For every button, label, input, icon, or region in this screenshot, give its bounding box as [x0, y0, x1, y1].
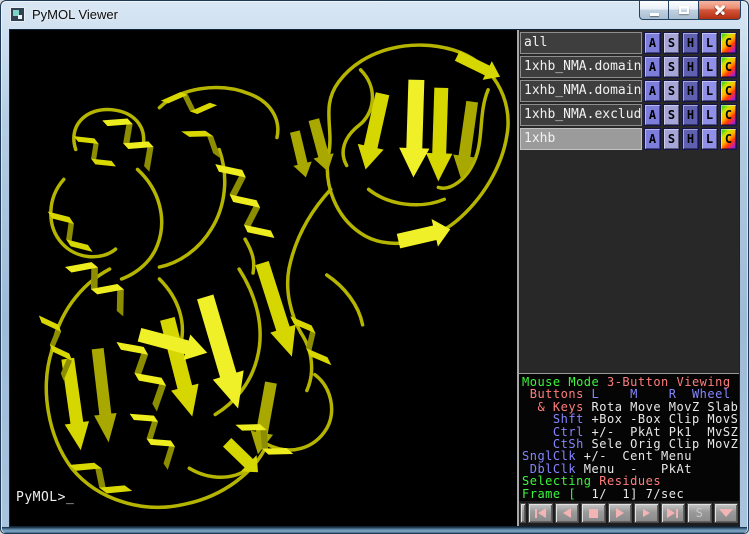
action-button-S[interactable]: S: [663, 80, 680, 102]
playback-play-button[interactable]: [608, 503, 633, 523]
panel-spacer: [519, 150, 739, 373]
playback-stop-button[interactable]: [581, 503, 606, 523]
action-button-C[interactable]: C: [720, 128, 737, 150]
playback-step-forward-button[interactable]: [634, 503, 659, 523]
action-button-S[interactable]: S: [663, 104, 680, 126]
action-button-C[interactable]: C: [720, 32, 737, 54]
app-icon: [10, 7, 25, 22]
action-button-A[interactable]: A: [644, 80, 661, 102]
title-bar[interactable]: PyMOL Viewer: [1, 1, 748, 28]
action-button-A[interactable]: A: [644, 32, 661, 54]
action-button-S[interactable]: S: [663, 32, 680, 54]
command-prompt[interactable]: PyMOL>_: [16, 490, 74, 505]
action-button-A[interactable]: A: [644, 128, 661, 150]
protein-structure[interactable]: [10, 30, 517, 526]
action-button-S[interactable]: S: [663, 128, 680, 150]
object-row: 1xhbASHLC: [520, 128, 737, 150]
action-button-L[interactable]: L: [701, 104, 718, 126]
object-row-name[interactable]: 1xhb_NMA.exclude: [520, 104, 642, 126]
maximize-button[interactable]: [669, 1, 698, 20]
object-row: 1xhb_NMA.excludeASHLC: [520, 104, 737, 126]
main-content: PyMOL>_ allASHLC1xhb_NMA.domain.ASHLC1xh…: [9, 29, 740, 527]
window-bottom-edge: [2, 527, 747, 533]
object-row-name[interactable]: 1xhb: [520, 128, 642, 150]
control-panel: allASHLC1xhb_NMA.domain.ASHLC1xhb_NMA.do…: [517, 30, 739, 526]
action-button-A[interactable]: A: [644, 56, 661, 78]
maximize-icon: [679, 6, 689, 14]
action-button-C[interactable]: C: [720, 56, 737, 78]
mouse-mode-panel: Mouse Mode 3-Button Viewing Buttons L M …: [519, 373, 739, 501]
action-button-A[interactable]: A: [644, 104, 661, 126]
action-button-H[interactable]: H: [682, 32, 699, 54]
pymol-viewer-window: PyMOL Viewer PyMOL>_ allASHLC1xhb_NMA.do…: [0, 0, 749, 534]
playback-grip[interactable]: [520, 503, 526, 523]
playback-s-button-button[interactable]: S: [687, 503, 712, 523]
minimize-button[interactable]: [639, 1, 669, 20]
window-title: PyMOL Viewer: [32, 7, 118, 22]
playback-bar: S: [519, 501, 739, 526]
window-controls: [639, 1, 741, 20]
action-button-L[interactable]: L: [701, 128, 718, 150]
action-button-L[interactable]: L: [701, 56, 718, 78]
3d-viewport[interactable]: PyMOL>_: [10, 30, 517, 526]
object-row: allASHLC: [520, 32, 737, 54]
action-button-L[interactable]: L: [701, 80, 718, 102]
playback-skip-end-button[interactable]: [661, 503, 686, 523]
playback-step-back-button[interactable]: [555, 503, 580, 523]
object-row: 1xhb_NMA.domain.ASHLC: [520, 56, 737, 78]
playback-menu-button[interactable]: [714, 503, 739, 523]
action-button-H[interactable]: H: [682, 80, 699, 102]
object-row-name[interactable]: 1xhb_NMA.domain.: [520, 80, 642, 102]
action-button-S[interactable]: S: [663, 56, 680, 78]
action-button-L[interactable]: L: [701, 32, 718, 54]
close-button[interactable]: [698, 1, 741, 20]
minimize-icon: [650, 13, 659, 16]
object-row: 1xhb_NMA.domain.ASHLC: [520, 80, 737, 102]
playback-skip-start-button[interactable]: [528, 503, 553, 523]
object-row-name[interactable]: 1xhb_NMA.domain.: [520, 56, 642, 78]
action-button-C[interactable]: C: [720, 80, 737, 102]
action-button-H[interactable]: H: [682, 56, 699, 78]
action-button-C[interactable]: C: [720, 104, 737, 126]
action-button-H[interactable]: H: [682, 104, 699, 126]
action-button-H[interactable]: H: [682, 128, 699, 150]
object-row-name[interactable]: all: [520, 32, 642, 54]
frame-counter-line: Frame [ 1/ 1] 7/sec: [522, 488, 739, 500]
object-list: allASHLC1xhb_NMA.domain.ASHLC1xhb_NMA.do…: [519, 30, 739, 150]
